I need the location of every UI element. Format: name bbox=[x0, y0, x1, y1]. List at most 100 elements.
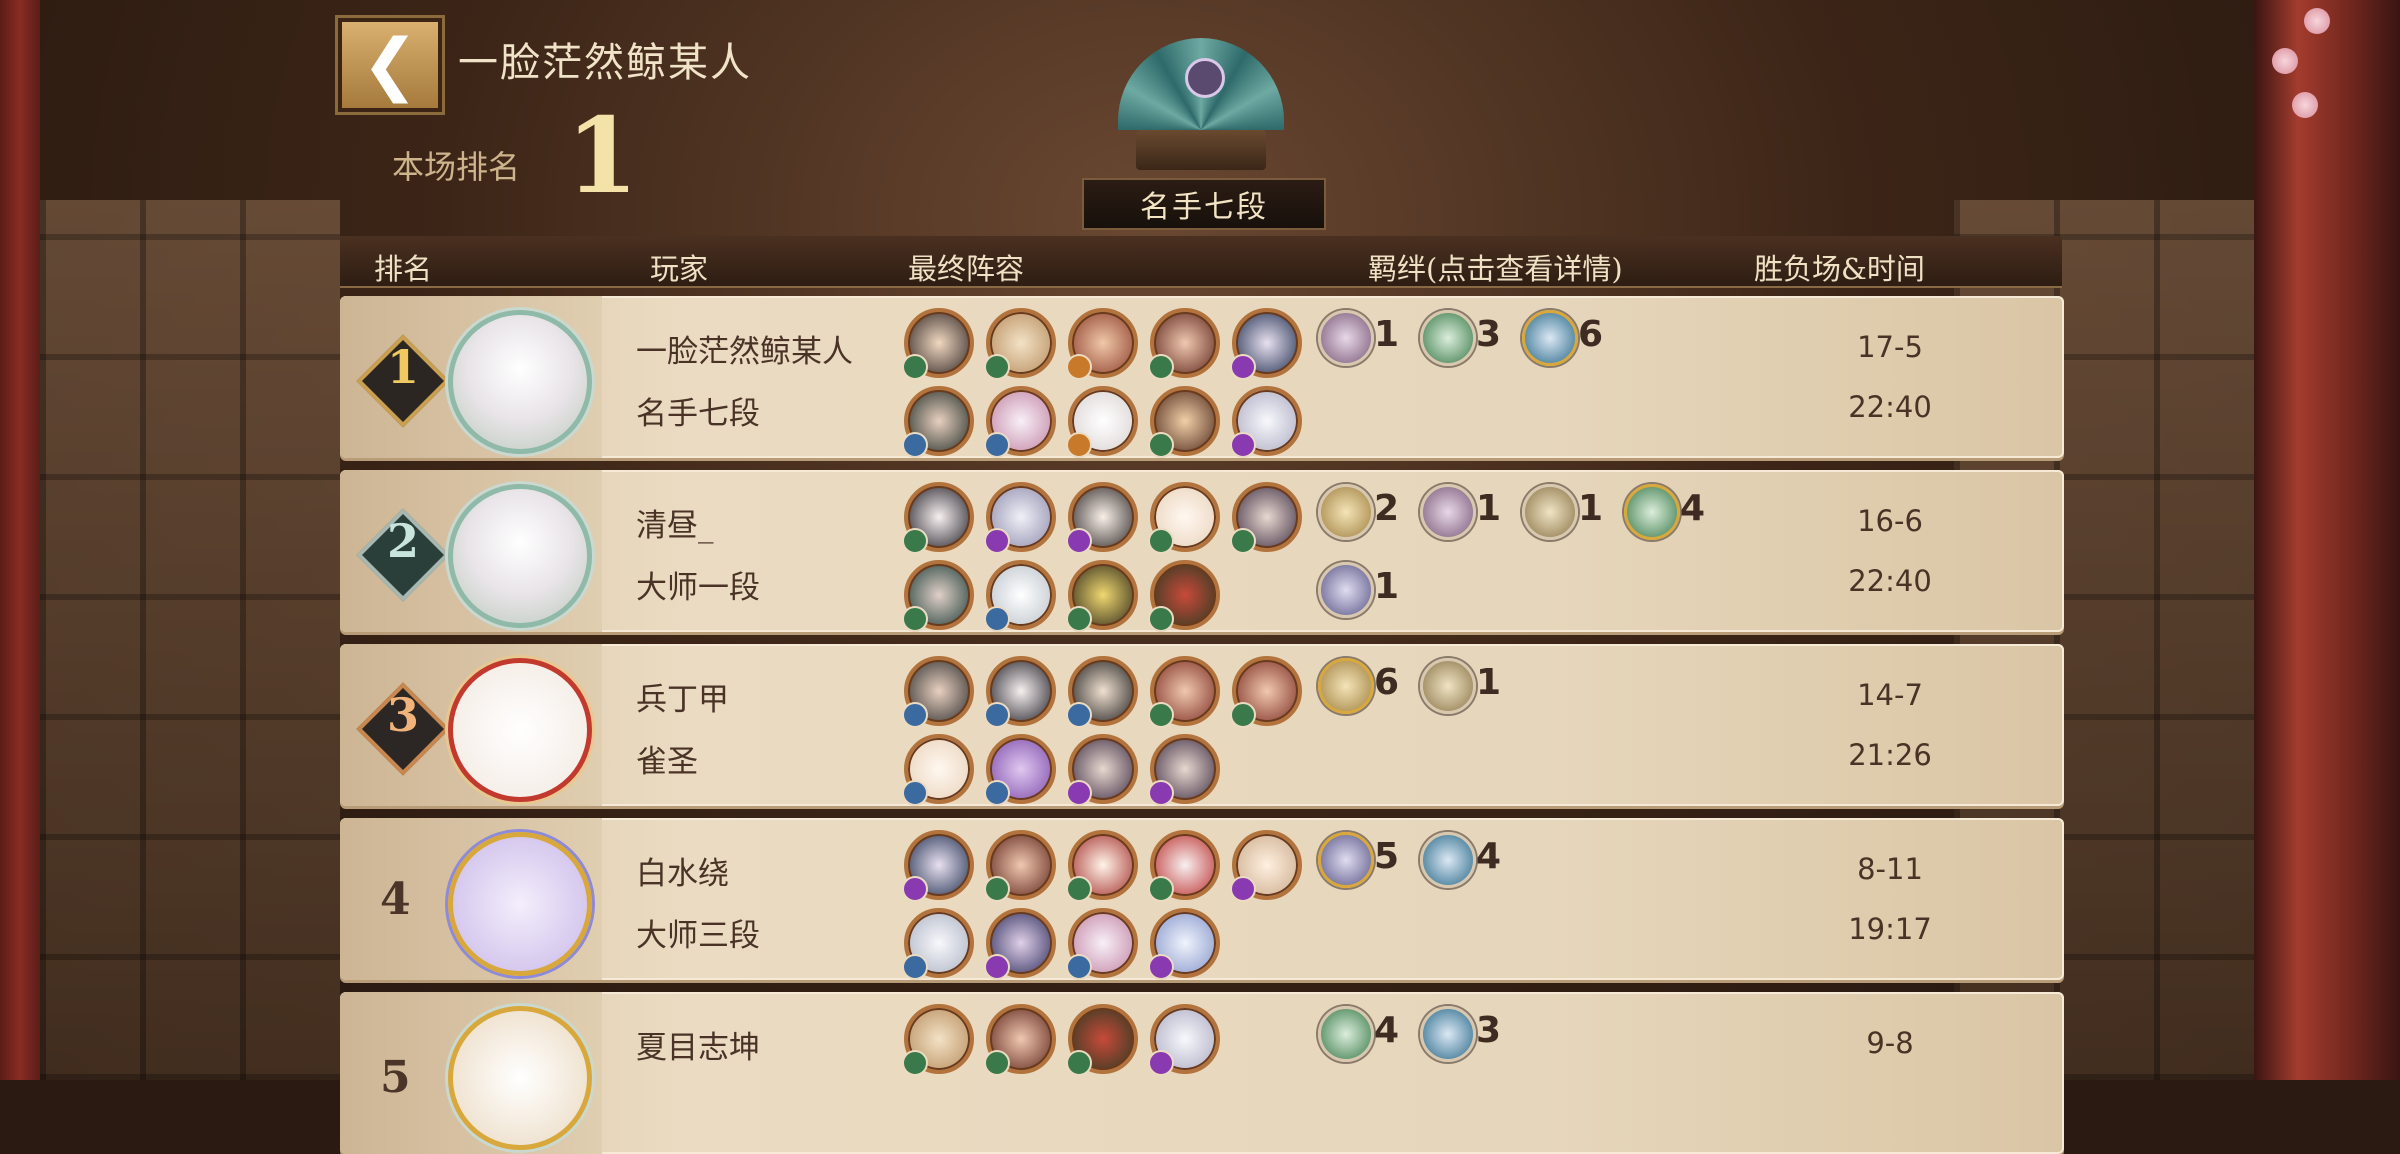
purple-spiral-bond-icon[interactable] bbox=[1318, 832, 1374, 888]
shikigami-icon[interactable] bbox=[1230, 308, 1302, 380]
game-time: 22:40 bbox=[1848, 564, 1932, 598]
col-bonds[interactable]: 羁绊(点击查看详情) bbox=[1368, 246, 1623, 288]
shikigami-icon[interactable] bbox=[1230, 656, 1302, 728]
shikigami-icon[interactable] bbox=[1148, 308, 1220, 380]
shikigami-icon[interactable] bbox=[902, 734, 974, 806]
blossom-icon bbox=[2292, 92, 2318, 118]
gold-coin-bond-icon[interactable] bbox=[1318, 658, 1374, 714]
shikigami-icon[interactable] bbox=[984, 830, 1056, 902]
shikigami-icon[interactable] bbox=[984, 386, 1056, 458]
shikigami-icon[interactable] bbox=[902, 482, 974, 554]
shikigami-icon[interactable] bbox=[1230, 482, 1302, 554]
shikigami-icon[interactable] bbox=[1066, 560, 1138, 632]
purple-spiral-bond-icon[interactable] bbox=[1318, 562, 1374, 618]
shikigami-icon[interactable] bbox=[1066, 386, 1138, 458]
rank-value: 1 bbox=[566, 94, 639, 217]
shikigami-icon[interactable] bbox=[1066, 308, 1138, 380]
shikigami-icon[interactable] bbox=[902, 908, 974, 980]
shikigami-icon[interactable] bbox=[902, 1004, 974, 1076]
shikigami-icon[interactable] bbox=[984, 560, 1056, 632]
title-badge: 名手七段 bbox=[1082, 178, 1326, 230]
avatar[interactable] bbox=[448, 658, 592, 802]
column-header-bar: 排名 玩家 最终阵容 羁绊(点击查看详情) 胜负场&时间 bbox=[340, 236, 2062, 288]
win-loss: 14-7 bbox=[1857, 678, 1923, 712]
fan-stand bbox=[1136, 130, 1266, 170]
shikigami-icon[interactable] bbox=[1066, 656, 1138, 728]
shikigami-icon[interactable] bbox=[984, 656, 1056, 728]
win-loss: 8-11 bbox=[1857, 852, 1923, 886]
back-arrow-icon: ❮ bbox=[361, 25, 419, 104]
shikigami-icon[interactable] bbox=[1148, 656, 1220, 728]
player-row[interactable]: 4 白水绕 大师三段 5 4 8-11 19:17 bbox=[340, 818, 2064, 980]
win-loss: 17-5 bbox=[1857, 330, 1923, 364]
shikigami-icon[interactable] bbox=[902, 386, 974, 458]
bond-count: 6 bbox=[1578, 314, 1604, 355]
player-tier: 名手七段 bbox=[636, 396, 760, 432]
blossom-icon bbox=[2304, 8, 2330, 34]
purple-swirl-bond-icon[interactable] bbox=[1420, 484, 1476, 540]
blue-clover-bond-icon[interactable] bbox=[1522, 310, 1578, 366]
shikigami-icon[interactable] bbox=[1148, 830, 1220, 902]
row-rank: 3 bbox=[386, 688, 419, 742]
win-loss: 16-6 bbox=[1857, 504, 1923, 538]
shikigami-icon[interactable] bbox=[1148, 560, 1220, 632]
bond-count: 1 bbox=[1476, 488, 1502, 529]
avatar[interactable] bbox=[448, 1006, 592, 1150]
shikigami-icon[interactable] bbox=[1230, 386, 1302, 458]
player-name: 白水绕 bbox=[636, 856, 729, 892]
gold-mask-bond-icon[interactable] bbox=[1522, 484, 1578, 540]
shikigami-icon[interactable] bbox=[984, 482, 1056, 554]
shikigami-icon[interactable] bbox=[984, 908, 1056, 980]
shikigami-icon[interactable] bbox=[1148, 386, 1220, 458]
shikigami-icon[interactable] bbox=[902, 308, 974, 380]
shikigami-icon[interactable] bbox=[1066, 1004, 1138, 1076]
avatar[interactable] bbox=[448, 832, 592, 976]
bond-count: 3 bbox=[1476, 1010, 1502, 1051]
header-player-name: 一脸茫然鲸某人 bbox=[458, 40, 752, 86]
blue-clover-bond-icon[interactable] bbox=[1420, 832, 1476, 888]
shikigami-icon[interactable] bbox=[902, 560, 974, 632]
avatar[interactable] bbox=[448, 484, 592, 628]
green-leaf-bond-icon[interactable] bbox=[1624, 484, 1680, 540]
win-loss: 9-8 bbox=[1866, 1026, 1914, 1060]
rank-label: 本场排名 bbox=[392, 148, 521, 186]
player-row[interactable]: 5 夏目志坤 4 3 9-8 bbox=[340, 992, 2064, 1154]
bond-count: 4 bbox=[1680, 488, 1706, 529]
shikigami-icon[interactable] bbox=[1066, 908, 1138, 980]
shikigami-icon[interactable] bbox=[1066, 734, 1138, 806]
shikigami-icon[interactable] bbox=[902, 830, 974, 902]
shikigami-icon[interactable] bbox=[1066, 482, 1138, 554]
shikigami-icon[interactable] bbox=[984, 1004, 1056, 1076]
back-button[interactable]: ❮ bbox=[338, 18, 442, 112]
player-row[interactable]: 1 一脸茫然鲸某人 名手七段 1 3 6 17-5 22:40 bbox=[340, 296, 2064, 458]
bond-count: 1 bbox=[1476, 662, 1502, 703]
purple-swirl-bond-icon[interactable] bbox=[1318, 310, 1374, 366]
shikigami-icon[interactable] bbox=[1148, 1004, 1220, 1076]
green-leaf-bond-icon[interactable] bbox=[1318, 1006, 1374, 1062]
bond-count: 4 bbox=[1476, 836, 1502, 877]
blue-clover-bond-icon[interactable] bbox=[1420, 1006, 1476, 1062]
shikigami-icon[interactable] bbox=[902, 656, 974, 728]
gold-mask-bond-icon[interactable] bbox=[1420, 658, 1476, 714]
shikigami-icon[interactable] bbox=[1148, 734, 1220, 806]
col-result: 胜负场&时间 bbox=[1754, 252, 1925, 286]
shoji-screen-left bbox=[40, 200, 340, 1080]
shikigami-icon[interactable] bbox=[1230, 830, 1302, 902]
player-name: 夏目志坤 bbox=[636, 1030, 760, 1066]
player-name: 兵丁甲 bbox=[636, 682, 729, 718]
red-pillar-left bbox=[0, 0, 40, 1080]
col-player: 玩家 bbox=[650, 252, 709, 286]
shikigami-icon[interactable] bbox=[1148, 908, 1220, 980]
gold-coin-bond-icon[interactable] bbox=[1318, 484, 1374, 540]
shikigami-icon[interactable] bbox=[984, 734, 1056, 806]
player-row[interactable]: 2 清昼_ 大师一段 2 1 1 4 1 16-6 22:40 bbox=[340, 470, 2064, 632]
player-row[interactable]: 3 兵丁甲 雀圣 6 1 14-7 21:26 bbox=[340, 644, 2064, 806]
avatar[interactable] bbox=[448, 310, 592, 454]
shikigami-icon[interactable] bbox=[1066, 830, 1138, 902]
shikigami-icon[interactable] bbox=[1148, 482, 1220, 554]
bond-count: 3 bbox=[1476, 314, 1502, 355]
player-tier: 雀圣 bbox=[636, 744, 698, 780]
bond-count: 1 bbox=[1374, 566, 1400, 607]
shikigami-icon[interactable] bbox=[984, 308, 1056, 380]
green-leaf-bond-icon[interactable] bbox=[1420, 310, 1476, 366]
